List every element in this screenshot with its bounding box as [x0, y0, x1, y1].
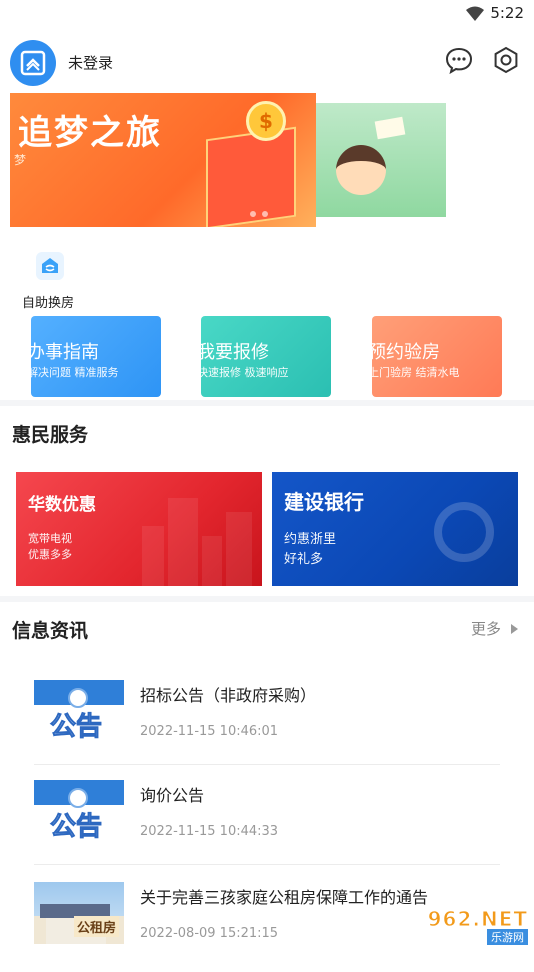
notice-thumb-text: 公告 — [49, 812, 103, 843]
repair-card[interactable]: 我要报修 快速报修 极速响应 — [201, 316, 331, 397]
chevron-right-icon — [511, 623, 518, 634]
inspection-card[interactable]: 预约验房 上门验房 结清水电 — [372, 316, 502, 397]
notice-thumbnail: 公告 — [34, 780, 124, 842]
housing-plaque-text: 公租房 — [74, 916, 120, 937]
app-header: 未登录 — [0, 36, 534, 86]
banner-slide-kid[interactable] — [316, 103, 446, 217]
repair-card-subtitle: 快速报修 极速响应 — [201, 366, 289, 379]
megaphone-icon — [68, 688, 88, 708]
more-label: 更多 — [470, 620, 501, 638]
news-date: 2022-11-15 10:46:01 — [140, 724, 279, 739]
news-title: 询价公告 — [140, 786, 205, 805]
notice-thumbnail: 公告 — [34, 680, 124, 742]
self-service-exchange[interactable]: 自助换房 — [20, 250, 90, 312]
banner-subtitle: 梦 — [14, 153, 27, 167]
ccb-offer-card[interactable]: 建设银行 约惠浙里 好礼多 — [272, 472, 518, 586]
notice-thumb-text: 公告 — [49, 712, 103, 743]
kid-illustration — [336, 145, 386, 195]
site-watermark: 962.NET 乐游网 — [398, 907, 528, 945]
ccb-logo-icon — [434, 502, 494, 562]
message-icon[interactable] — [445, 46, 473, 74]
banner-title: 追梦之旅 — [18, 113, 162, 153]
avatar[interactable] — [10, 40, 56, 86]
book-illustration — [374, 116, 406, 140]
status-bar: 5:22 — [0, 0, 534, 28]
house-exchange-icon — [36, 252, 64, 280]
wifi-icon — [466, 6, 484, 21]
settings-hexagon-icon[interactable] — [492, 46, 520, 74]
housing-photo-thumbnail: 公租房 — [34, 882, 124, 944]
news-date: 2022-08-09 15:21:15 — [140, 926, 279, 941]
news-title: 招标公告（非政府采购） — [140, 686, 317, 705]
guide-card[interactable]: 办事指南 解决问题 精准服务 — [31, 316, 161, 397]
coin-icon: $ — [246, 101, 286, 141]
news-separator — [34, 864, 500, 865]
status-time: 5:22 — [490, 4, 524, 22]
benefits-section-title: 惠民服务 — [12, 424, 89, 446]
quick-service-cards: 办事指南 解决问题 精准服务 我要报修 快速报修 极速响应 预约验房 上门验房 … — [0, 316, 534, 398]
banner-carousel[interactable]: 追梦之旅 梦 $ — [0, 93, 534, 229]
ccb-title: 建设银行 — [284, 490, 364, 514]
ccb-line1: 约惠浙里 — [284, 532, 337, 547]
huashu-title: 华数优惠 — [28, 495, 96, 515]
watermark-sub: 乐游网 — [487, 929, 528, 945]
news-section-title: 信息资讯 — [12, 620, 89, 642]
inspection-card-subtitle: 上门验房 结清水电 — [372, 366, 460, 379]
inspection-card-title: 预约验房 — [372, 342, 440, 363]
section-divider — [0, 400, 534, 406]
repair-card-title: 我要报修 — [201, 342, 269, 363]
building-logo-icon — [20, 50, 46, 76]
carousel-dot — [250, 211, 256, 217]
guide-card-subtitle: 解决问题 精准服务 — [31, 366, 119, 379]
huashu-line1: 宽带电视 — [28, 532, 72, 545]
news-separator — [34, 764, 500, 765]
news-title: 关于完善三孩家庭公租房保障工作的通告 — [140, 888, 429, 907]
news-item[interactable]: 公告 询价公告 2022-11-15 10:44:33 — [34, 780, 500, 870]
carousel-dot — [262, 211, 268, 217]
guide-card-title: 办事指南 — [31, 342, 99, 363]
huashu-line2: 优惠多多 — [28, 548, 72, 561]
login-status[interactable]: 未登录 — [68, 52, 113, 73]
megaphone-icon — [68, 788, 88, 808]
section-divider — [0, 596, 534, 602]
news-more-link[interactable]: 更多 — [471, 618, 518, 639]
city-silhouette — [142, 496, 252, 586]
news-item[interactable]: 公告 招标公告（非政府采购） 2022-11-15 10:46:01 — [34, 680, 500, 770]
huashu-offer-card[interactable]: 华数优惠 宽带电视 优惠多多 — [16, 472, 262, 586]
self-service-label: 自助换房 — [22, 296, 75, 311]
banner-slide-dream[interactable]: 追梦之旅 梦 $ — [10, 93, 316, 227]
ccb-line2: 好礼多 — [284, 552, 324, 567]
watermark-main: 962.NET — [427, 907, 528, 932]
news-date: 2022-11-15 10:44:33 — [140, 824, 279, 839]
